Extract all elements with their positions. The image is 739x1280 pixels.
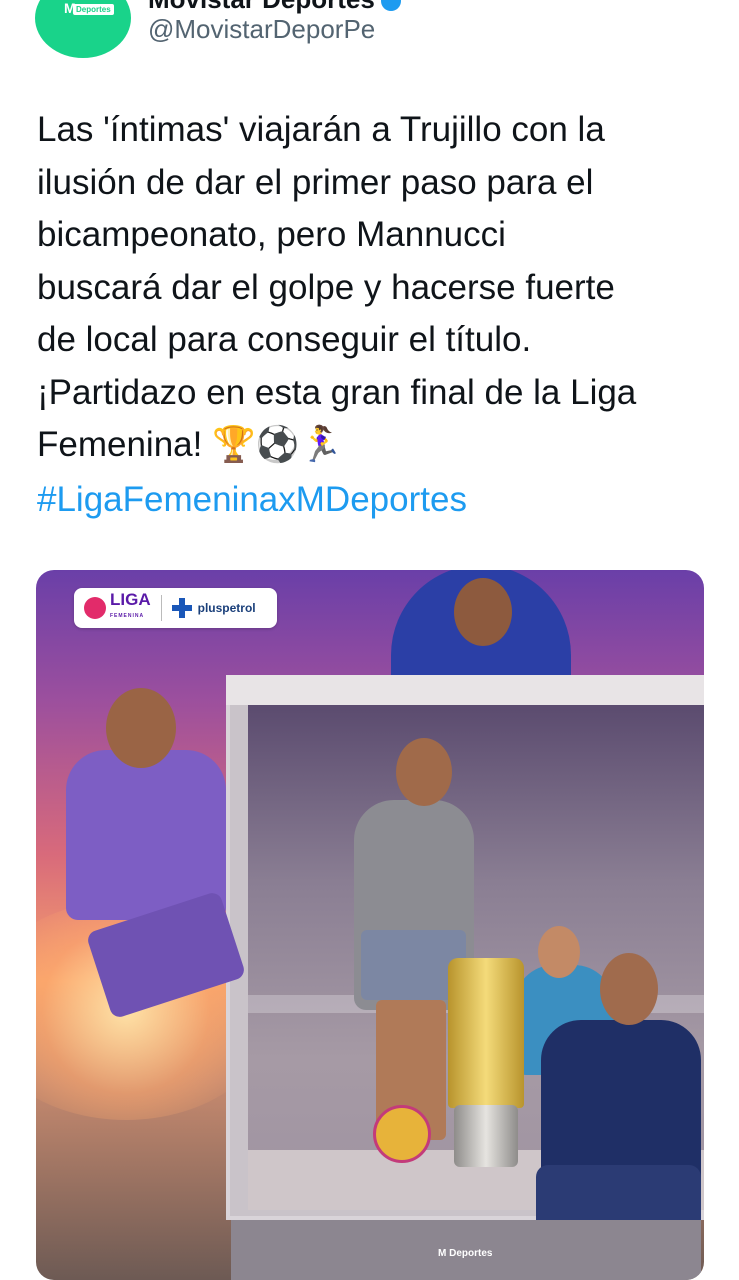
avatar-tag: Deportes — [73, 4, 114, 15]
sponsor-logo-banner: LIGA FEMENINA pluspetrol — [74, 588, 277, 628]
bottom-brand-letter: M — [438, 1248, 447, 1259]
player-left-head — [106, 688, 176, 768]
liga-title: LIGA — [110, 590, 151, 609]
logo-divider — [160, 595, 162, 621]
player-left-jumping — [66, 750, 226, 920]
display-name[interactable]: Movistar Deportes — [148, 0, 401, 15]
bottom-brand-logo: M Deportes — [438, 1248, 492, 1259]
tweet-media-image[interactable]: LIGA FEMENINA pluspetrol M Deportes — [36, 570, 704, 1280]
player-center-head — [396, 738, 452, 806]
trophy-icon — [448, 958, 524, 1108]
display-name-text: Movistar Deportes — [148, 0, 375, 14]
player-right-head — [600, 953, 658, 1025]
hashtag-link[interactable]: #LigaFemeninaxMDeportes — [37, 480, 467, 520]
sponsor-name: pluspetrol — [197, 601, 256, 615]
soccer-ball — [373, 1105, 431, 1163]
tweet-text: Las 'íntimas' viajarán a Trujillo con la… — [37, 110, 637, 464]
liga-subtitle: FEMENINA — [110, 613, 145, 619]
player-back-head — [538, 926, 580, 978]
verified-badge-icon — [380, 0, 401, 12]
pluspetrol-logo-icon — [171, 598, 192, 618]
avatar[interactable]: M Deportes — [35, 0, 131, 58]
trophy-base — [454, 1105, 518, 1167]
bottom-brand-text: Deportes — [449, 1248, 493, 1259]
liga-logo-text: LIGA FEMENINA — [110, 590, 151, 624]
tweet-header: M Deportes Movistar Deportes @MovistarDe… — [0, 0, 739, 70]
player-top-head — [454, 578, 512, 646]
user-handle[interactable]: @MovistarDeporPe — [148, 14, 375, 45]
truck-top-rail — [226, 675, 704, 705]
liga-femenina-logo-icon — [84, 597, 106, 619]
